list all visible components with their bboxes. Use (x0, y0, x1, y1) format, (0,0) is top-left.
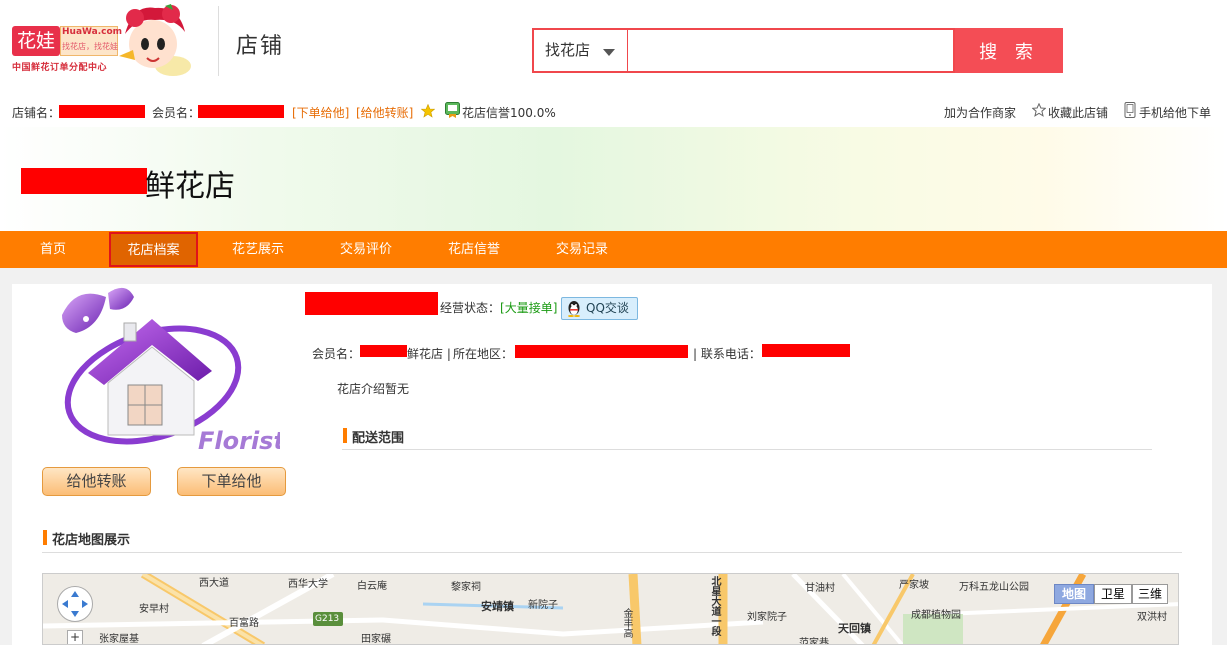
map-label-tianjianian: 田家碾 (361, 634, 391, 645)
favorite-shop-link[interactable]: 收藏此店铺 (1048, 104, 1108, 121)
shop-map[interactable]: 西华大学 白云庵 黎家祠 甘油村 严家坡 万科五龙山公园 安靖镇 新院子 刘家院… (42, 573, 1179, 645)
status-label: 经营状态： (440, 301, 501, 315)
page-section-title: 店铺 (236, 34, 285, 59)
map-label-jinfeng: 金丰高 (621, 608, 632, 638)
shop-nav: 首页 花店档案 花艺展示 交易评价 花店信誉 交易记录 (0, 231, 1227, 268)
logo-badge: 花娃 (12, 26, 60, 56)
map-label-anjing: 安靖镇 (481, 600, 514, 613)
map-label-anzaocun: 安早村 (139, 604, 169, 615)
region-label: 所在地区： (453, 347, 514, 361)
map-label-botanic-garden: 成都植物园 (911, 610, 961, 621)
nav-home[interactable]: 首页 (22, 231, 84, 268)
mobile-icon (1124, 102, 1136, 118)
mascot-icon (119, 4, 191, 76)
status-line: 经营状态：[大量接单] (440, 299, 557, 316)
redacted-shop-name (59, 105, 145, 118)
logo-slogan: 找花店，找花娃 (62, 42, 118, 51)
redacted-region (515, 345, 688, 358)
map-label-yanjiapo: 严家坡 (899, 580, 929, 591)
map-label-baiyunan: 白云庵 (357, 581, 387, 592)
map-pan-arrows-icon (62, 591, 88, 617)
map-label-xihua: 西华大学 (288, 579, 328, 590)
member-name-label: 会员名： (152, 106, 201, 120)
shop-intro: 花店介绍暂无 (337, 382, 410, 396)
redacted-member-name (198, 105, 284, 118)
shop-banner: 鲜花店 (0, 127, 1227, 231)
search-category-select[interactable]: 找花店 (532, 28, 628, 73)
transfer-to-him-link[interactable]: [给他转账] (356, 104, 413, 121)
redacted-phone (762, 344, 850, 357)
qq-chat-button[interactable]: QQ交谈 (561, 297, 638, 320)
map-label-xidadao: 西大道 (199, 578, 229, 589)
chevron-down-icon (603, 49, 615, 56)
florist-logo-text: Florist (198, 427, 280, 455)
member-label: 会员名： (312, 347, 361, 361)
map-label-beixing: 北星大道一段 (709, 576, 720, 636)
map-label-wanke-park: 万科五龙山公园 (959, 582, 1029, 593)
map-label-lijiaci: 黎家祠 (451, 582, 481, 593)
search-input[interactable] (628, 28, 955, 73)
huawa-logo[interactable]: 花娃 HuaWa.com 找花店，找花娃 中国鲜花订单分配中心 (10, 4, 210, 80)
credit-badge-icon (445, 102, 460, 118)
delivery-range-title: 配送范围 (342, 427, 404, 446)
mobile-order-link[interactable]: 手机给他下单 (1139, 104, 1211, 121)
order-for-him-link[interactable]: [下单给他] (292, 104, 349, 121)
map-type-map[interactable]: 地图 (1054, 584, 1094, 604)
star-icon (421, 104, 435, 118)
logo-domain: HuaWa.com (62, 27, 123, 37)
map-label-zhangjia: 张家屋基 (99, 634, 139, 645)
add-partner-link[interactable]: 加为合作商家 (944, 104, 1016, 121)
map-label-g213: G213 (315, 614, 340, 624)
header-divider (218, 6, 219, 76)
map-label-shuanghong: 双洪村 (1137, 612, 1167, 623)
site-header: 花娃 HuaWa.com 找花店，找花娃 中国鲜花订单分配中心 店铺 找花店 搜… (0, 0, 1227, 95)
search-button[interactable]: 搜 索 (955, 28, 1063, 73)
shop-title: 鲜花店 (145, 169, 235, 204)
map-label-baifulu: 百富路 (229, 618, 259, 629)
map-section-title: 花店地图展示 (42, 529, 130, 548)
map-label-tianhui: 天回镇 (838, 622, 871, 635)
search-category-label: 找花店 (545, 41, 591, 59)
qq-chat-label: QQ交谈 (586, 301, 629, 315)
map-label-ganyoucun: 甘油村 (805, 583, 835, 594)
map-label-liujia: 刘家院子 (747, 612, 787, 623)
map-type-satellite[interactable]: 卫星 (1094, 584, 1132, 604)
map-divider (42, 552, 1182, 553)
map-type-3d[interactable]: 三维 (1132, 584, 1168, 604)
qq-penguin-icon (568, 301, 580, 317)
status-value: [大量接单] (500, 301, 558, 315)
search-bar: 找花店 搜 索 (532, 28, 1063, 73)
delivery-divider (342, 449, 1152, 450)
redacted-shop-title (21, 168, 147, 194)
star-outline-icon (1032, 103, 1046, 117)
logo-subtitle: 中国鲜花订单分配中心 (12, 63, 108, 73)
nav-shop-profile[interactable]: 花店档案 (109, 232, 198, 267)
florist-house-logo: Florist (62, 287, 280, 455)
shop-info-bar: 店铺名： 会员名： [下单给他] [给他转账] 花店信誉100.0% 加为合作商… (0, 99, 1227, 125)
member-suffix: 鲜花店 | (407, 347, 451, 361)
shop-name-label: 店铺名： (12, 106, 61, 120)
transfer-button[interactable]: 给他转账 (42, 467, 151, 496)
nav-floral-gallery[interactable]: 花艺展示 (222, 231, 294, 268)
redacted-member (360, 345, 407, 357)
redacted-shop-profile-name (305, 292, 438, 315)
nav-reviews[interactable]: 交易评价 (330, 231, 402, 268)
order-button[interactable]: 下单给他 (177, 467, 286, 496)
map-zoom-in-button[interactable]: + (67, 630, 83, 644)
phone-label: | 联系电话： (693, 347, 761, 361)
map-pan-control[interactable] (57, 586, 93, 622)
credit-rating-text: 花店信誉100.0% (462, 106, 556, 120)
map-label-fanjiaxiang: 范家巷 (799, 638, 829, 645)
nav-shop-credit[interactable]: 花店信誉 (438, 231, 510, 268)
map-label-xinyuanzi: 新院子 (528, 600, 558, 611)
nav-transactions[interactable]: 交易记录 (546, 231, 618, 268)
